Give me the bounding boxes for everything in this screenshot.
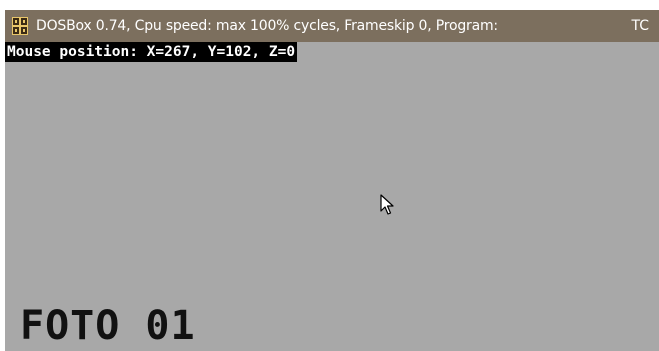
mouse-position-status: Mouse position: X=267, Y=102, Z=0	[5, 42, 298, 62]
window-title-program: TC	[631, 18, 649, 34]
title-bar[interactable]: DOSBox 0.74, Cpu speed: max 100% cycles,…	[5, 10, 659, 42]
dosbox-icon[interactable]	[12, 17, 28, 35]
foto-label: FOTO 01	[20, 303, 196, 349]
window-title: DOSBox 0.74, Cpu speed: max 100% cycles,…	[36, 18, 498, 34]
mouse-pointer-icon	[380, 194, 396, 216]
dos-screen[interactable]: Mouse position: X=267, Y=102, Z=0 FOTO 0…	[5, 42, 659, 351]
dosbox-window: DOSBox 0.74, Cpu speed: max 100% cycles,…	[5, 10, 659, 351]
